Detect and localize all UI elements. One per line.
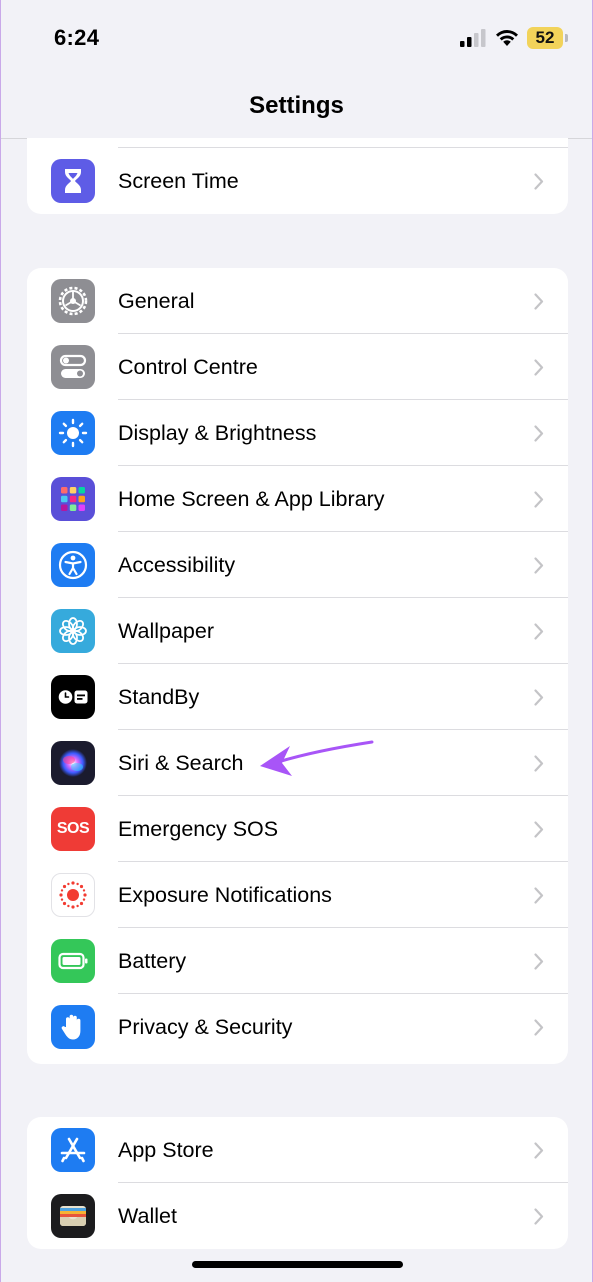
settings-row-control-centre[interactable]: Control Centre (27, 334, 568, 400)
chevron-right-icon (534, 1019, 544, 1036)
settings-row-label: Exposure Notifications (118, 883, 332, 907)
settings-row-screen-time[interactable]: Screen Time (27, 148, 568, 214)
chevron-right-icon (534, 1142, 544, 1159)
annotation-arrow-icon (260, 740, 374, 776)
chevron-right-icon (534, 887, 544, 904)
sos-icon: SOS (51, 807, 95, 851)
settings-group-general: General Control Centre Display & Brightn… (27, 268, 568, 1064)
chevron-right-icon (534, 359, 544, 376)
settings-group-screen-time: Screen Time (27, 138, 568, 214)
settings-row-label: Emergency SOS (118, 817, 279, 841)
settings-row-display-brightness[interactable]: Display & Brightness (27, 400, 568, 466)
chevron-right-icon (534, 821, 544, 838)
settings-row-label: Wallpaper (118, 619, 214, 643)
settings-row-accessibility[interactable]: Accessibility (27, 532, 568, 598)
status-bar: 6:24 52 (1, 0, 592, 76)
settings-row-home-screen[interactable]: Home Screen & App Library (27, 466, 568, 532)
settings-row-wallpaper[interactable]: Wallpaper (27, 598, 568, 664)
settings-row-app-store[interactable]: App Store (27, 1117, 568, 1183)
settings-row-wallet[interactable]: Wallet (27, 1183, 568, 1249)
sos-icon-text: SOS (56, 820, 90, 837)
chevron-right-icon (534, 173, 544, 190)
settings-row-label: General (118, 289, 195, 313)
chevron-right-icon (534, 755, 544, 772)
settings-row-label: Wallet (118, 1204, 177, 1228)
app-store-icon (51, 1128, 95, 1172)
siri-icon (51, 741, 95, 785)
battery-nub (565, 34, 568, 42)
settings-row-privacy-security[interactable]: Privacy & Security (27, 994, 568, 1060)
app-grid-icon (51, 477, 95, 521)
gear-icon (51, 279, 95, 323)
accessibility-icon (51, 543, 95, 587)
settings-group-apps: App Store Wallet (27, 1117, 568, 1249)
toggles-icon (51, 345, 95, 389)
chevron-right-icon (534, 425, 544, 442)
battery-icon (51, 939, 95, 983)
settings-row-label: Control Centre (118, 355, 258, 379)
settings-row-label: Screen Time (118, 169, 239, 193)
sun-icon (51, 411, 95, 455)
chevron-right-icon (534, 689, 544, 706)
exposure-icon (51, 873, 95, 917)
settings-row-label: Display & Brightness (118, 421, 317, 445)
settings-screen: 6:24 52 Settings Screen Time General Con… (0, 0, 593, 1282)
chevron-right-icon (534, 953, 544, 970)
wallet-icon (51, 1194, 95, 1238)
chevron-right-icon (534, 1208, 544, 1225)
settings-row-standby[interactable]: StandBy (27, 664, 568, 730)
settings-row-general[interactable]: General (27, 268, 568, 334)
settings-row-emergency-sos[interactable]: SOS Emergency SOS (27, 796, 568, 862)
chevron-right-icon (534, 491, 544, 508)
settings-row-label: App Store (118, 1138, 214, 1162)
chevron-right-icon (534, 623, 544, 640)
settings-row-battery[interactable]: Battery (27, 928, 568, 994)
settings-row-label: Home Screen & App Library (118, 487, 385, 511)
nav-header: Settings (1, 76, 592, 139)
battery-level-badge: 52 (527, 27, 563, 49)
standby-icon (51, 675, 95, 719)
chevron-right-icon (534, 557, 544, 574)
flower-icon (51, 609, 95, 653)
settings-row-label: Siri & Search (118, 751, 244, 775)
cellular-signal-icon (460, 29, 486, 47)
settings-row-exposure-notifications[interactable]: Exposure Notifications (27, 862, 568, 928)
settings-row-label: StandBy (118, 685, 200, 709)
hourglass-icon (51, 159, 95, 203)
hand-icon (51, 1005, 95, 1049)
chevron-right-icon (534, 293, 544, 310)
status-time: 6:24 (54, 25, 100, 50)
page-title: Settings (249, 92, 344, 119)
wifi-icon (496, 30, 518, 46)
settings-row-label: Accessibility (118, 553, 236, 577)
settings-row-label: Privacy & Security (118, 1015, 293, 1039)
home-indicator[interactable] (192, 1261, 403, 1268)
settings-row-label: Battery (118, 949, 187, 973)
